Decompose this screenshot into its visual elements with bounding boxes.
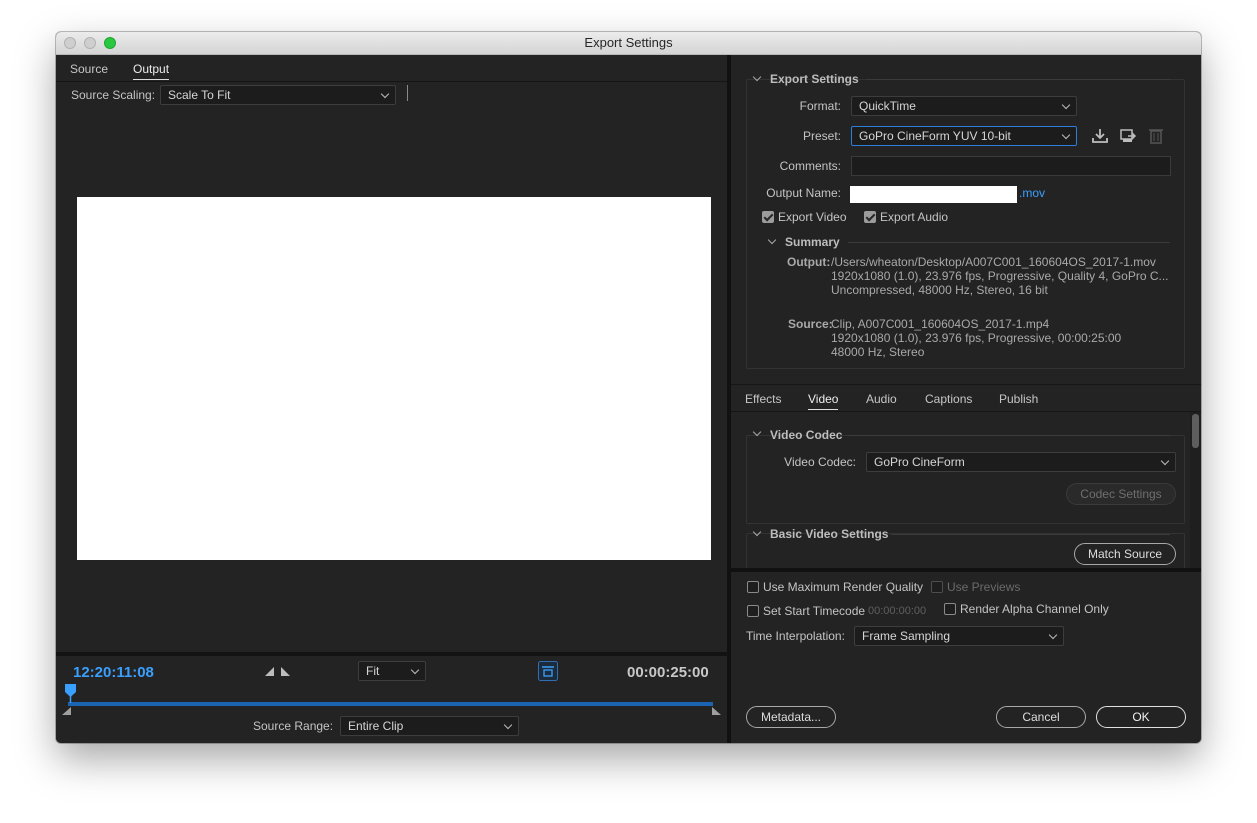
summary-rule: [848, 242, 1170, 243]
summary-source-line-2: 1920x1080 (1.0), 23.976 fps, Progressive…: [831, 331, 1122, 345]
time-interpolation-dropdown[interactable]: Frame Sampling: [854, 626, 1064, 646]
tabs-top-rule: [731, 384, 1201, 385]
delete-preset-icon[interactable]: [1147, 127, 1165, 145]
ok-button[interactable]: OK: [1096, 706, 1186, 728]
export-audio-checkbox[interactable]: [864, 211, 876, 223]
video-preview: [77, 197, 711, 560]
output-name-label: Output Name:: [766, 186, 841, 200]
video-codec-dropdown[interactable]: GoPro CineForm: [866, 452, 1176, 472]
export-video-checkbox[interactable]: [762, 211, 774, 223]
playhead-icon[interactable]: [64, 683, 78, 703]
summary-output-line-2: 1920x1080 (1.0), 23.976 fps, Progressive…: [831, 269, 1169, 283]
zoom-value: Fit: [366, 664, 380, 678]
start-timecode-value: 00:00:00:00: [868, 605, 927, 617]
source-range-label: Source Range:: [253, 719, 334, 733]
source-scaling-dropdown[interactable]: Scale To Fit: [160, 85, 396, 105]
max-render-quality-label[interactable]: Use Maximum Render Quality: [763, 580, 923, 594]
basic-video-heading: Basic Video Settings: [770, 527, 889, 541]
settings-pane: Export Settings Format: QuickTime Preset…: [731, 55, 1201, 743]
export-settings-heading: Export Settings: [770, 72, 859, 86]
in-point-icon[interactable]: [61, 706, 73, 716]
format-value: QuickTime: [859, 99, 916, 113]
chevron-down-icon: [503, 720, 513, 730]
source-range-value: Entire Clip: [348, 719, 404, 733]
export-audio-label[interactable]: Export Audio: [880, 210, 948, 224]
preset-label: Preset:: [802, 129, 841, 143]
time-interpolation-label: Time Interpolation:: [746, 629, 845, 643]
metadata-button[interactable]: Metadata...: [746, 706, 836, 728]
basic-heading-rule: [891, 534, 1170, 535]
source-scaling-label: Source Scaling:: [71, 88, 156, 102]
chevron-down-icon: [1061, 130, 1071, 140]
cancel-button[interactable]: Cancel: [996, 706, 1086, 728]
video-codec-value: GoPro CineForm: [874, 455, 965, 469]
codec-heading-rule: [846, 435, 1170, 436]
comments-input[interactable]: [851, 156, 1171, 176]
import-preset-icon[interactable]: [1119, 127, 1137, 145]
time-interpolation-value: Frame Sampling: [862, 629, 951, 643]
scrollbar-thumb[interactable]: [1192, 414, 1199, 448]
current-timecode[interactable]: 12:20:11:08: [73, 664, 154, 681]
chevron-down-icon: [410, 665, 420, 675]
max-render-quality-checkbox[interactable]: [747, 581, 759, 593]
preset-value: GoPro CineForm YUV 10-bit: [859, 129, 1011, 143]
chevron-down-icon: [1160, 456, 1170, 466]
heading-rule: [866, 79, 1170, 80]
summary-output-label: Output:: [787, 255, 831, 269]
video-codec-group: [746, 435, 1185, 524]
format-label: Format:: [799, 99, 841, 113]
output-name-field[interactable]: [850, 186, 1017, 203]
tab-publish[interactable]: Publish: [999, 392, 1038, 406]
tab-source[interactable]: Source: [70, 62, 108, 76]
start-timecode-checkbox[interactable]: [747, 605, 759, 617]
window-title: Export Settings: [584, 35, 673, 50]
summary-output-line-3: Uncompressed, 48000 Hz, Stereo, 16 bit: [831, 283, 1048, 297]
toolbar-divider: [407, 85, 408, 101]
out-point-icon[interactable]: [711, 706, 723, 716]
export-video-label[interactable]: Export Video: [778, 210, 847, 224]
zoom-dropdown[interactable]: Fit: [358, 661, 426, 681]
comments-label: Comments:: [779, 159, 841, 173]
source-scaling-value: Scale To Fit: [168, 88, 231, 102]
chevron-down-icon: [1061, 100, 1071, 110]
chevron-down-icon: [380, 89, 390, 99]
tab-separator: [56, 81, 727, 82]
save-preset-icon[interactable]: [1091, 127, 1109, 145]
video-settings-scroll: Video Codec Video Codec: GoPro CineForm …: [731, 412, 1201, 568]
export-settings-window: Export Settings Source Output Source Sca…: [56, 32, 1201, 743]
tab-captions[interactable]: Captions: [925, 392, 972, 406]
use-previews-checkbox: [931, 581, 943, 593]
video-codec-label: Video Codec:: [784, 455, 856, 469]
preset-dropdown[interactable]: GoPro CineForm YUV 10-bit: [851, 126, 1077, 146]
summary-heading: Summary: [785, 235, 840, 249]
video-codec-heading: Video Codec: [770, 428, 843, 442]
summary-source-line-3: 48000 Hz, Stereo: [831, 345, 925, 359]
codec-settings-button[interactable]: Codec Settings: [1066, 483, 1176, 505]
chevron-down-icon: [1048, 630, 1058, 640]
timeline-scrub-bar[interactable]: [68, 702, 713, 706]
tab-audio[interactable]: Audio: [866, 392, 897, 406]
tab-effects[interactable]: Effects: [745, 392, 781, 406]
timeline-separator: [56, 652, 727, 656]
summary-source-label: Source:: [788, 317, 833, 331]
use-previews-label: Use Previews: [947, 580, 1021, 594]
match-source-button[interactable]: Match Source: [1074, 543, 1176, 565]
render-alpha-checkbox[interactable]: [944, 603, 956, 615]
preview-pane: Source Output Source Scaling: Scale To F…: [56, 55, 727, 743]
title-bar: Export Settings: [56, 32, 1201, 55]
render-alpha-label[interactable]: Render Alpha Channel Only: [960, 602, 1109, 616]
source-range-dropdown[interactable]: Entire Clip: [340, 716, 519, 736]
tab-output[interactable]: Output: [133, 62, 170, 80]
output-name-extension[interactable]: .mov: [1019, 186, 1045, 200]
start-timecode-label[interactable]: Set Start Timecode: [763, 604, 865, 618]
mark-in-out-icon[interactable]: [264, 665, 298, 679]
tab-video[interactable]: Video: [808, 392, 839, 410]
format-dropdown[interactable]: QuickTime: [851, 96, 1077, 116]
summary-source-line-1: Clip, A007C001_160604OS_2017-1.mp4: [831, 317, 1050, 331]
duration-timecode: 00:00:25:00: [627, 664, 709, 681]
fit-range-icon[interactable]: [538, 661, 558, 681]
summary-output-line-1: /Users/wheaton/Desktop/A007C001_160604OS…: [831, 255, 1156, 269]
options-separator: [731, 568, 1201, 572]
